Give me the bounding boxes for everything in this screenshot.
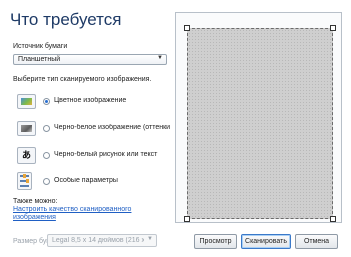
adjust-quality-link[interactable]: Настроить качество сканированного изобра… (13, 206, 173, 222)
bw-text-icon: あ (17, 147, 36, 164)
option-label: Цветное изображение (54, 97, 127, 104)
scan-area[interactable] (187, 28, 333, 219)
paper-size-value: Legal 8,5 x 14 дюймов (216 x 356 мм) (52, 237, 144, 244)
page-title: Что требуется (10, 10, 122, 29)
color-photo-icon (17, 94, 36, 109)
image-type-prompt: Выберите тип сканируемого изображения. (13, 76, 152, 83)
paper-source-select[interactable]: Планшетный ▼ (13, 54, 167, 65)
radio-bw-text[interactable] (43, 152, 50, 159)
radio-custom-settings[interactable] (43, 178, 50, 185)
grayscale-photo-icon (17, 121, 36, 136)
option-bw-text[interactable]: あ Черно-белый рисунок или текст (13, 147, 173, 165)
radio-color-image[interactable] (43, 98, 50, 105)
cancel-button[interactable]: Отмена (295, 234, 338, 249)
chevron-down-icon: ▼ (157, 55, 163, 61)
paper-size-select[interactable]: Legal 8,5 x 14 дюймов (216 x 356 мм) ▼ (47, 234, 157, 247)
option-custom-settings[interactable]: Особые параметры (13, 172, 173, 190)
crop-handle-top-right[interactable] (330, 25, 336, 31)
paper-source-value: Планшетный (18, 56, 61, 63)
option-label: Черно-белый рисунок или текст (54, 151, 158, 158)
custom-settings-icon (17, 172, 32, 190)
crop-handle-top-left[interactable] (184, 25, 190, 31)
option-label: Черно-белое изображение (оттенки серого) (54, 124, 172, 131)
crop-handle-bottom-right[interactable] (330, 216, 336, 222)
also-label: Также можно: (13, 198, 58, 205)
crop-handle-bottom-left[interactable] (184, 216, 190, 222)
option-color-image[interactable]: Цветное изображение (13, 94, 173, 110)
paper-source-label: Источник бумаги (13, 43, 68, 50)
preview-button[interactable]: Просмотр (194, 234, 237, 249)
text-glyph: あ (21, 150, 31, 160)
option-grayscale-image[interactable]: Черно-белое изображение (оттенки серого) (13, 121, 173, 137)
chevron-down-icon: ▼ (147, 236, 153, 242)
scan-button[interactable]: Сканировать (241, 234, 291, 249)
radio-grayscale-image[interactable] (43, 125, 50, 132)
option-label: Особые параметры (54, 177, 118, 184)
